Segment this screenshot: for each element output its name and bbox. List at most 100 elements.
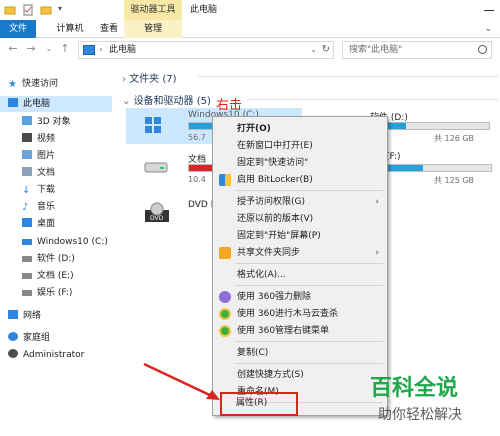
chevron-down-icon[interactable]: ⌄ (310, 42, 317, 58)
tab-manage[interactable]: 管理 (124, 20, 182, 38)
menu-separator (235, 263, 383, 264)
folder-icon (4, 6, 16, 15)
menu-item-copy[interactable]: 复制(C) (215, 345, 385, 361)
breadcrumb[interactable]: 此电脑 (109, 42, 136, 58)
sidebar-item-network[interactable]: 网络 (8, 308, 41, 324)
svg-text:DVD: DVD (150, 215, 164, 222)
menu-item-share-sync[interactable]: 共享文件夹同步 › (215, 245, 385, 261)
menu-item-360-manage[interactable]: 使用 360管理右键菜单 (215, 323, 385, 339)
group-header-folders[interactable]: › 文件夹 (7) (122, 70, 177, 85)
drive-tile-f[interactable]: (F:) 共 125 GB (384, 150, 498, 186)
sync-icon (219, 247, 231, 259)
drive-icon (22, 273, 32, 279)
drive-icon (22, 239, 32, 245)
refresh-icon[interactable]: ↻ (322, 42, 330, 58)
sidebar-item-this-pc[interactable]: 此电脑 (0, 96, 112, 112)
sidebar-item-quick-access[interactable]: ★ 快速访问 (8, 76, 118, 92)
menu-item-grant-access[interactable]: 授予访问权限(G) › (215, 194, 385, 210)
expand-ribbon-icon[interactable]: ⌄ (484, 24, 492, 34)
tab-computer[interactable]: 计算机 (50, 20, 90, 38)
download-icon: ↓ (22, 185, 31, 196)
menu-item-format[interactable]: 格式化(A)... (215, 267, 385, 283)
menu-separator (235, 341, 383, 342)
drive-info: 10.4 (188, 175, 206, 184)
drive-tile-dvd[interactable]: DVD DVD R (126, 198, 226, 228)
drive-info: 共 125 GB (434, 176, 475, 185)
annotation-right-click: 右击 (216, 98, 243, 113)
windows-logo-icon (145, 117, 161, 133)
pc-icon (8, 98, 18, 107)
navigation-pane: ★ 快速访问 此电脑 3D 对象 视频 图片 文档 ↓ 下载 ♪ 音乐 桌面 Wind… (0, 64, 118, 436)
sidebar-item-drive-c[interactable]: Windows10 (C:) (22, 234, 108, 250)
sidebar-item-administrator[interactable]: Administrator (8, 347, 84, 363)
menu-item-restore-versions[interactable]: 还原以前的版本(V) (215, 211, 385, 227)
drive-tile-e[interactable]: 文档 10.4 (126, 150, 226, 186)
properties-icon[interactable] (22, 4, 34, 16)
document-icon (22, 167, 32, 176)
drive-info: 共 126 GB (434, 134, 475, 143)
menu-separator (235, 285, 383, 286)
sidebar-item-homegroup[interactable]: 家庭组 (8, 330, 50, 346)
drive-name: (F:) (386, 152, 401, 162)
network-icon (8, 310, 18, 319)
up-arrow-icon[interactable]: ↑ (58, 42, 72, 56)
search-input[interactable]: 搜索"此电脑" (342, 41, 492, 59)
360-delete-icon (219, 291, 231, 303)
window-title: 此电脑 (190, 5, 218, 15)
highlight-box (220, 392, 298, 416)
watermark-logo: 百科全说 (370, 376, 459, 401)
menu-item-create-shortcut[interactable]: 创建快捷方式(S) (215, 367, 385, 383)
drive-usage-bar (370, 122, 490, 130)
music-icon: ♪ (22, 202, 29, 213)
drive-tools-context-tab: 驱动器工具 (124, 0, 182, 20)
address-bar[interactable]: › 此电脑 ⌄ ↻ (78, 41, 334, 59)
tab-file[interactable]: 文件 (0, 20, 36, 38)
menu-item-open-new-window[interactable]: 在新窗口中打开(E) (215, 138, 385, 154)
tab-view[interactable]: 查看 (94, 20, 124, 38)
drive-icon (22, 256, 32, 262)
breadcrumb-separator: › (99, 45, 103, 55)
sidebar-item-drive-f[interactable]: 娱乐 (F:) (22, 285, 72, 301)
menu-item-open[interactable]: 打开(O) (215, 121, 385, 137)
chevron-right-icon: › (375, 197, 379, 207)
cube-icon (22, 116, 32, 125)
new-folder-icon[interactable] (40, 4, 52, 16)
user-icon (8, 349, 18, 358)
menu-separator (235, 363, 383, 364)
picture-icon (22, 150, 32, 159)
sidebar-item-drive-e[interactable]: 文档 (E:) (22, 268, 74, 284)
menu-item-pin-start[interactable]: 固定到"开始"屏幕(P) (215, 228, 385, 244)
forward-arrow-icon[interactable]: → (24, 42, 38, 56)
ribbon-tabs: 文件 计算机 查看 管理 ⌄ (0, 20, 500, 38)
sidebar-item-drive-d[interactable]: 软件 (D:) (22, 251, 75, 267)
back-arrow-icon[interactable]: ← (6, 42, 20, 56)
search-placeholder: 搜索"此电脑" (349, 45, 403, 55)
sidebar-item-pictures[interactable]: 图片 (22, 148, 55, 164)
title-bar: ▾ 驱动器工具 此电脑 (0, 0, 500, 20)
dvd-drive-icon: DVD (145, 202, 169, 222)
sidebar-item-videos[interactable]: 视频 (22, 131, 55, 147)
minimize-icon[interactable] (484, 5, 494, 11)
chevron-down-icon: ⌄ (122, 96, 134, 107)
homegroup-icon (8, 332, 18, 341)
star-icon: ★ (8, 79, 17, 90)
sidebar-item-downloads[interactable]: ↓ 下载 (22, 182, 55, 198)
sidebar-item-3d-objects[interactable]: 3D 对象 (22, 114, 71, 130)
menu-item-pin-quick-access[interactable]: 固定到"快速访问" (215, 155, 385, 171)
sidebar-item-desktop[interactable]: 桌面 (22, 216, 55, 232)
customize-toolbar-icon[interactable]: ▾ (58, 4, 62, 13)
recent-locations-icon[interactable]: ⌄ (42, 42, 56, 56)
watermark: 百科全说 助你轻松解决 (370, 370, 494, 430)
menu-item-360-scan[interactable]: 使用 360进行木马云查杀 (215, 306, 385, 322)
chevron-right-icon: › (375, 248, 379, 258)
sidebar-item-documents[interactable]: 文档 (22, 165, 55, 181)
360-menu-icon (219, 325, 231, 337)
drive-icon (144, 162, 168, 173)
group-header-devices[interactable]: ⌄ 设备和驱动器 (5) (122, 92, 211, 107)
menu-item-bitlocker[interactable]: 启用 BitLocker(B) (215, 172, 385, 188)
divider (198, 76, 498, 77)
context-menu: 打开(O) 在新窗口中打开(E) 固定到"快速访问" 启用 BitLocker(… (212, 116, 388, 416)
sidebar-item-music[interactable]: ♪ 音乐 (22, 199, 55, 215)
navigation-bar: ← → ⌄ ↑ › 此电脑 ⌄ ↻ 搜索"此电脑" (0, 38, 500, 62)
menu-item-360-delete[interactable]: 使用 360强力删除 (215, 289, 385, 305)
